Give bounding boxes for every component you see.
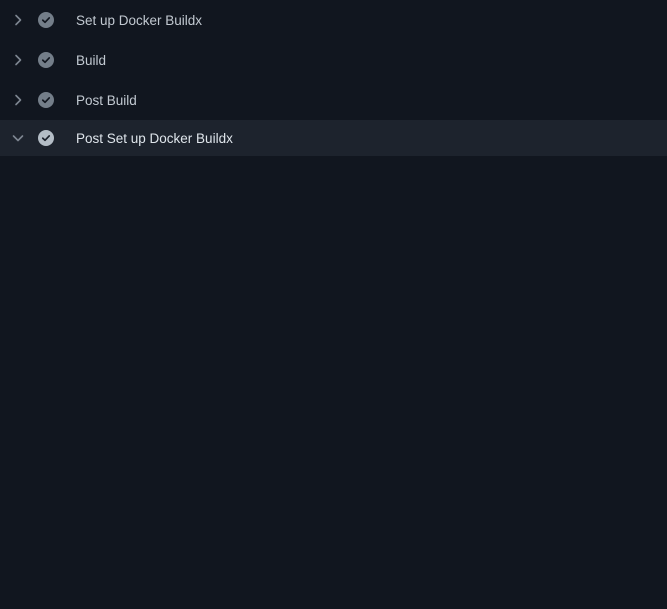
step-header-set-up-docker-buildx[interactable]: Set up Docker Buildx: [0, 0, 667, 40]
log-line: 10 time="2021-04-23T18:02:37Z" level=inf…: [0, 369, 667, 389]
check-circle-icon: [38, 52, 54, 68]
step-header-post-build[interactable]: Post Build: [0, 80, 667, 120]
log-line: 11 time="2021-04-23T18:02:38Z" level=deb…: [0, 389, 667, 409]
log-line: 18 time="2021-04-23T18:02:38Z" level=deb…: [0, 529, 667, 549]
chevron-down-icon: [10, 130, 26, 146]
log-line: 12 time="2021-04-23T18:02:38Z" level=deb…: [0, 409, 667, 429]
log-line: 4 time="2021-04-23T18:02:37Z" level=info…: [0, 229, 667, 249]
log-line: 15 time="2021-04-23T18:02:38Z" level=deb…: [0, 469, 667, 489]
log-line: application/vnd.oci.image.index.v1+json,…: [0, 569, 667, 589]
log-line: linux/riscv64 linux/ppc64le linux/s390x …: [0, 289, 667, 309]
step-header-post-set-up-docker-buildx[interactable]: Post Set up Docker Buildx: [0, 120, 667, 156]
step-title: Set up Docker Buildx: [76, 13, 202, 28]
check-circle-icon: [38, 92, 54, 108]
log-line: 9 time="2021-04-23T18:02:37Z" level=warn…: [0, 349, 667, 369]
log-line: 13 time="2021-04-23T18:02:38Z" level=deb…: [0, 429, 667, 449]
chevron-right-icon: [10, 92, 26, 108]
log-line: 1 Post job cleanup.: [0, 169, 667, 189]
step-title: Post Build: [76, 93, 137, 108]
log-line: 3 /usr/bin/docker logs buildx_buildkit_b…: [0, 209, 667, 229]
step-header-build[interactable]: Build: [0, 40, 667, 80]
log-line: 7 time="2021-04-23T18:02:37Z" level=warn…: [0, 309, 667, 329]
steps-list: Set up Docker Buildx Build Post Build Po…: [0, 0, 667, 156]
log-line: 20 time="2021-04-23T18:02:38Z" level=deb…: [0, 589, 667, 609]
check-circle-icon: [38, 130, 54, 146]
chevron-right-icon: [10, 12, 26, 28]
log-line: 5 time="2021-04-23T18:02:37Z" level=warn…: [0, 249, 667, 269]
log-line: 16 time="2021-04-23T18:02:38Z" level=deb…: [0, 489, 667, 509]
log-line: 14 time="2021-04-23T18:02:38Z" level=deb…: [0, 449, 667, 469]
check-circle-icon: [38, 12, 54, 28]
log-line: 6 time="2021-04-23T18:02:37Z" level=info…: [0, 269, 667, 289]
step-title: Post Set up Docker Buildx: [76, 131, 233, 146]
log-line: 19 time="2021-04-23T18:02:38Z" level=deb…: [0, 549, 667, 569]
log-line: 17 time="2021-04-23T18:02:38Z" level=deb…: [0, 509, 667, 529]
step-title: Build: [76, 53, 106, 68]
chevron-right-icon: [10, 52, 26, 68]
log-line: 2 ▼ BuildKit container logs: [0, 189, 667, 209]
log-line: 8 time="2021-04-23T18:02:37Z" level=info…: [0, 329, 667, 349]
step-log-output: 1 Post job cleanup. 2 ▼ BuildKit contain…: [0, 156, 667, 609]
